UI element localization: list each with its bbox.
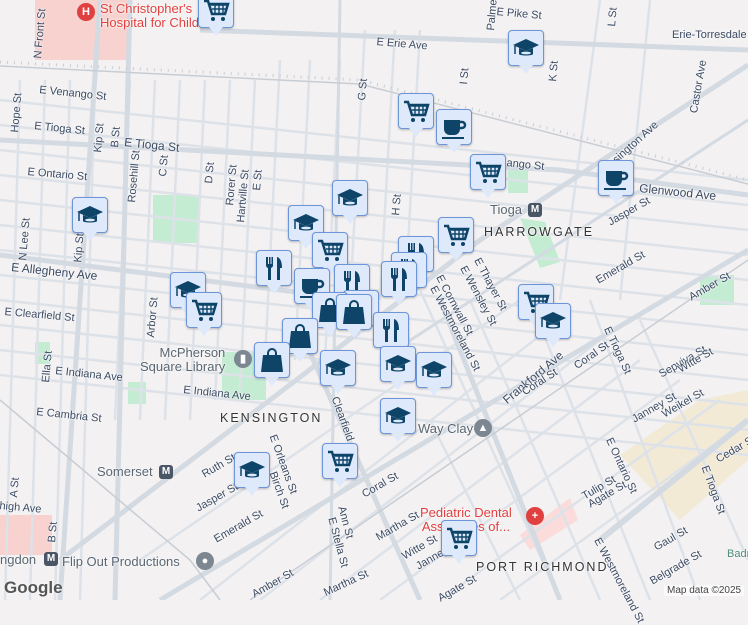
map-marker-cart[interactable] <box>322 443 358 487</box>
map-marker-shopping-bag[interactable] <box>336 294 372 338</box>
street-label: B St <box>109 126 123 149</box>
map-marker-graduation-cap[interactable] <box>380 398 416 442</box>
cart-icon <box>316 236 344 264</box>
google-logo: Google <box>4 578 63 597</box>
map-attribution[interactable]: Map data ©2025 <box>664 585 745 596</box>
wayclay-label[interactable]: Way Clay <box>418 421 473 436</box>
metro-station-icon[interactable]: M <box>44 552 58 566</box>
map-marker-coffee-cup[interactable] <box>436 109 472 153</box>
map-marker-cart[interactable] <box>186 292 222 336</box>
cart-icon <box>190 296 218 324</box>
neighborhood-harrowgate: HARROWGATE <box>484 225 595 239</box>
map-marker-cart[interactable] <box>398 93 434 137</box>
graduation-cap-icon <box>238 456 266 484</box>
cart-icon <box>474 158 502 186</box>
street-label: Kip St <box>92 122 107 154</box>
map-marker-cart[interactable] <box>198 0 234 36</box>
cart-icon <box>402 97 430 125</box>
fork-knife-icon <box>377 316 405 344</box>
graduation-cap-icon <box>420 356 448 384</box>
street-label: C St <box>157 154 171 178</box>
coffee-cup-icon <box>440 113 468 141</box>
street-label: A St <box>8 476 22 499</box>
street-label: D St <box>203 161 217 185</box>
flipout-label[interactable]: Flip Out Productions <box>62 554 180 569</box>
graduation-cap-icon <box>539 307 567 335</box>
flipout-icon[interactable]: ● <box>196 552 214 570</box>
street-label: I St <box>458 67 472 86</box>
map-marker-graduation-cap[interactable] <box>380 346 416 390</box>
map-marker-graduation-cap[interactable] <box>508 30 544 74</box>
map-marker-shopping-bag[interactable] <box>254 342 290 386</box>
dental-clinic-icon[interactable]: + <box>526 507 544 525</box>
street-label: L St <box>606 6 620 28</box>
map-marker-fork-knife[interactable] <box>373 312 409 356</box>
street-label: G St <box>356 78 370 102</box>
cart-icon <box>442 221 470 249</box>
map-marker-graduation-cap[interactable] <box>72 197 108 241</box>
library-label[interactable]: McPherson Square Library <box>140 346 225 374</box>
park <box>128 382 146 404</box>
graduation-cap-icon <box>76 201 104 229</box>
street-label: B St <box>46 521 60 544</box>
neighborhood-kensington: KENSINGTON <box>220 411 323 425</box>
map-marker-graduation-cap[interactable] <box>234 452 270 496</box>
shopping-bag-icon <box>258 346 286 374</box>
street-label: K St <box>547 60 561 83</box>
street-label: E St <box>251 169 265 192</box>
metro-station-icon[interactable]: M <box>528 203 542 217</box>
map-marker-cart[interactable] <box>312 232 348 276</box>
map-marker-graduation-cap[interactable] <box>320 350 356 394</box>
map-marker-cart[interactable] <box>470 154 506 198</box>
shopping-bag-icon <box>340 298 368 326</box>
graduation-cap-icon <box>384 350 412 378</box>
map-marker-fork-knife[interactable] <box>381 261 417 305</box>
school-poi-icon[interactable]: ▲ <box>474 419 492 437</box>
cart-icon <box>326 447 354 475</box>
shopping-bag-icon <box>286 322 314 350</box>
hospital-icon[interactable]: H <box>77 3 95 21</box>
fork-knife-icon <box>385 265 413 293</box>
library-icon[interactable]: ▮ <box>234 350 252 368</box>
neighborhood-port-richmond: PORT RICHMOND <box>476 560 609 574</box>
map-marker-fork-knife[interactable] <box>256 250 292 294</box>
metro-station-icon[interactable]: M <box>159 465 173 479</box>
graduation-cap-icon <box>336 184 364 212</box>
map-marker-graduation-cap[interactable] <box>416 352 452 396</box>
map-marker-cart[interactable] <box>438 217 474 261</box>
badr-label[interactable]: Badr <box>727 548 748 560</box>
graduation-cap-icon <box>384 402 412 430</box>
map-marker-graduation-cap[interactable] <box>535 303 571 347</box>
graduation-cap-icon <box>512 34 540 62</box>
huntingdon-station-label[interactable]: ngdon <box>0 552 36 567</box>
coffee-cup-icon <box>602 164 630 192</box>
map-marker-graduation-cap[interactable] <box>332 180 368 224</box>
street-label: H St <box>390 193 404 217</box>
tioga-station-label[interactable]: Tioga <box>490 202 522 217</box>
cart-icon <box>202 0 230 24</box>
map-marker-coffee-cup[interactable] <box>598 160 634 204</box>
fork-knife-icon <box>260 254 288 282</box>
map-marker-cart[interactable] <box>441 520 477 564</box>
graduation-cap-icon <box>324 354 352 382</box>
cart-icon <box>445 524 473 552</box>
somerset-station-label[interactable]: Somerset <box>97 464 153 479</box>
street-label: Erie-Torresdale <box>672 29 747 41</box>
